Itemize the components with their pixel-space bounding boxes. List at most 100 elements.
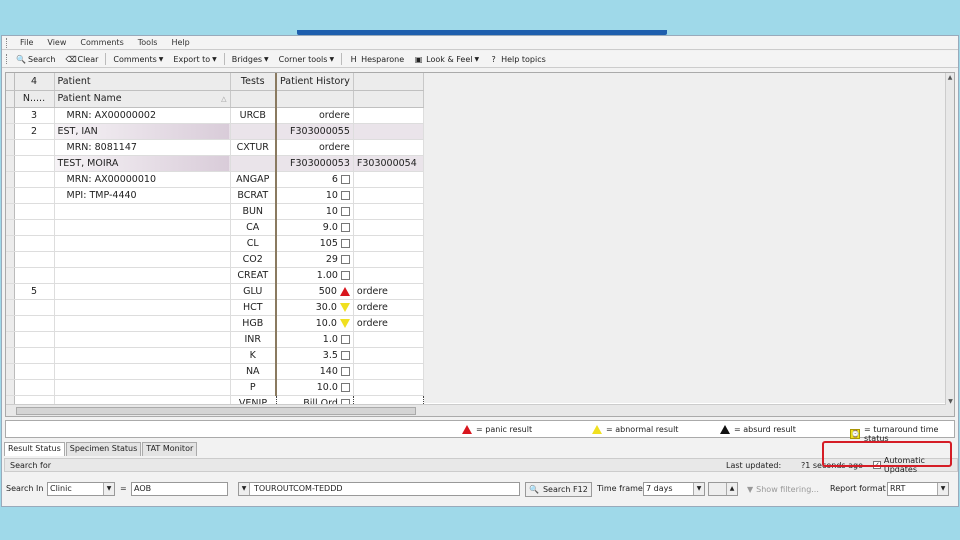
col-patient-history[interactable]: Patient History [274, 73, 354, 91]
col-patient-name[interactable]: Patient Name △ [54, 90, 231, 108]
result-checkbox[interactable] [340, 238, 350, 248]
result-cell[interactable]: 500 [274, 283, 354, 300]
scroll-down-icon[interactable]: ▼ [946, 397, 954, 406]
table-row[interactable]: BUN 10 [6, 203, 424, 220]
result-cell[interactable]: 29 [274, 251, 354, 268]
table-row[interactable]: 5 GLU 500 ordere [6, 283, 424, 300]
table-row[interactable]: HCT 30.0 ordere [6, 299, 424, 316]
toolbar-hesparone-button[interactable]: H Hesparone [344, 55, 409, 64]
menu-item-view[interactable]: View [40, 38, 73, 47]
chevron-down-icon[interactable]: ▼ [693, 483, 704, 495]
toolbar-help-topics-button[interactable]: ? Help topics [484, 55, 551, 64]
grid-horizontal-scrollbar[interactable] [6, 404, 946, 416]
result-value: 10 [325, 205, 338, 217]
col-patient[interactable]: Patient [54, 73, 231, 91]
table-row[interactable]: CA 9.0 [6, 219, 424, 236]
result-cell[interactable]: 9.0 [274, 219, 354, 236]
result-cell[interactable]: 6 [274, 171, 354, 188]
table-row[interactable]: 3 MRN: AX00000002 URCB ordere [6, 107, 424, 124]
chevron-down-icon[interactable]: ▼ [159, 56, 164, 63]
toolbar-export-to-button[interactable]: Export to ▼ [168, 55, 221, 64]
history-cell-2 [353, 219, 424, 236]
result-cell[interactable]: F303000055 [274, 123, 354, 140]
result-cell[interactable]: 10 [274, 187, 354, 204]
toolbar-search-button[interactable]: 🔍 Search [11, 55, 60, 64]
scroll-up-icon[interactable]: ▲ [946, 73, 954, 82]
row-number [14, 203, 55, 220]
table-row[interactable]: P 10.0 [6, 379, 424, 396]
result-cell[interactable]: 1.00 [274, 267, 354, 284]
grid-vertical-scrollbar[interactable]: ▲ ▼ [945, 73, 954, 416]
result-checkbox[interactable] [340, 334, 350, 344]
result-checkbox[interactable] [340, 366, 350, 376]
chevron-down-icon[interactable]: ▼ [937, 483, 948, 495]
table-row[interactable]: CREAT 1.00 [6, 267, 424, 284]
result-cell[interactable]: ordere [274, 107, 354, 124]
menu-item-comments[interactable]: Comments [73, 38, 130, 47]
result-cell[interactable]: 3.5 [274, 347, 354, 364]
search-value-input[interactable]: AOB [131, 482, 228, 496]
table-row[interactable]: K 3.5 [6, 347, 424, 364]
toolbar-clear-button[interactable]: ⌫ Clear [60, 55, 103, 64]
history-cell-2 [353, 171, 424, 188]
result-checkbox[interactable] [340, 222, 350, 232]
result-cell[interactable]: 10.0 [274, 379, 354, 396]
result-cell[interactable]: 10.0 [274, 315, 354, 332]
toolbar-corner-tools-button[interactable]: Corner tools ▼ [274, 55, 339, 64]
timeframe-select[interactable]: 7 days ▼ [643, 482, 705, 496]
result-checkbox[interactable] [340, 206, 350, 216]
menu-bar: File View Comments Tools Help [2, 36, 958, 50]
stepper-icon[interactable]: ▲ [726, 483, 737, 495]
search-field-select[interactable]: Clinic ▼ [47, 482, 115, 496]
search-field-value: Clinic [50, 484, 72, 493]
report-format-select[interactable]: RRT ▼ [887, 482, 949, 496]
menu-item-file[interactable]: File [13, 38, 40, 47]
result-checkbox[interactable] [340, 254, 350, 264]
search-description-input[interactable]: ▼ TOUROUTCOM-TEDDD [238, 482, 520, 496]
toolbar-look-feel-button[interactable]: ▣ Look & Feel ▼ [409, 55, 484, 64]
result-checkbox[interactable] [340, 382, 350, 392]
toolbar-comments-button[interactable]: Comments ▼ [108, 55, 168, 64]
col-tests[interactable]: Tests [230, 73, 277, 91]
show-filtering-button[interactable]: ▼ Show filtering... [744, 482, 822, 497]
table-row[interactable]: CL 105 [6, 235, 424, 252]
tab-result-status[interactable]: Result Status [4, 442, 65, 456]
hscroll-thumb[interactable] [16, 407, 416, 415]
table-row[interactable]: MPI: TMP-4440 BCRAT 10 [6, 187, 424, 204]
test-cell: GLU [230, 283, 277, 300]
result-cell[interactable]: 105 [274, 235, 354, 252]
table-row[interactable]: CO2 29 [6, 251, 424, 268]
result-checkbox[interactable] [340, 190, 350, 200]
menu-item-tools[interactable]: Tools [131, 38, 165, 47]
table-row[interactable]: TEST, MOIRA F303000053 F303000054 [6, 155, 424, 172]
result-cell[interactable]: 10 [274, 203, 354, 220]
result-cell[interactable]: F303000053 [274, 155, 354, 172]
table-row[interactable]: MRN: 8081147 CXTUR ordere [6, 139, 424, 156]
result-cell[interactable]: 140 [274, 363, 354, 380]
tab-tat-monitor[interactable]: TAT Monitor [142, 442, 198, 456]
tab-specimen-status[interactable]: Specimen Status [65, 442, 142, 456]
chevron-down-icon[interactable]: ▼ [329, 56, 334, 63]
table-row[interactable]: HGB 10.0 ordere [6, 315, 424, 332]
search-button[interactable]: 🔍 Search F12 [525, 482, 592, 497]
result-cell[interactable]: 30.0 [274, 299, 354, 316]
chevron-down-icon[interactable]: ▼ [474, 56, 479, 63]
chevron-down-icon[interactable]: ▼ [264, 56, 269, 63]
menu-item-help[interactable]: Help [164, 38, 196, 47]
table-row[interactable]: NA 140 [6, 363, 424, 380]
col-n[interactable]: N..... [14, 90, 55, 108]
chevron-down-icon[interactable]: ▼ [239, 483, 250, 495]
chevron-down-icon[interactable]: ▼ [103, 483, 114, 495]
table-row[interactable]: 2 EST, IAN F303000055 [6, 123, 424, 140]
result-checkbox[interactable] [340, 350, 350, 360]
col-count[interactable]: 4 [14, 73, 55, 91]
table-row[interactable]: INR 1.0 [6, 331, 424, 348]
table-row[interactable]: MRN: AX00000010 ANGAP 6 [6, 171, 424, 188]
result-checkbox[interactable] [340, 270, 350, 280]
toolbar-bridges-button[interactable]: Bridges ▼ [227, 55, 274, 64]
chevron-down-icon[interactable]: ▼ [212, 56, 217, 63]
result-cell[interactable]: ordere [274, 139, 354, 156]
result-checkbox[interactable] [340, 174, 350, 184]
result-cell[interactable]: 1.0 [274, 331, 354, 348]
timeframe-stepper[interactable]: ▲ [708, 482, 738, 496]
